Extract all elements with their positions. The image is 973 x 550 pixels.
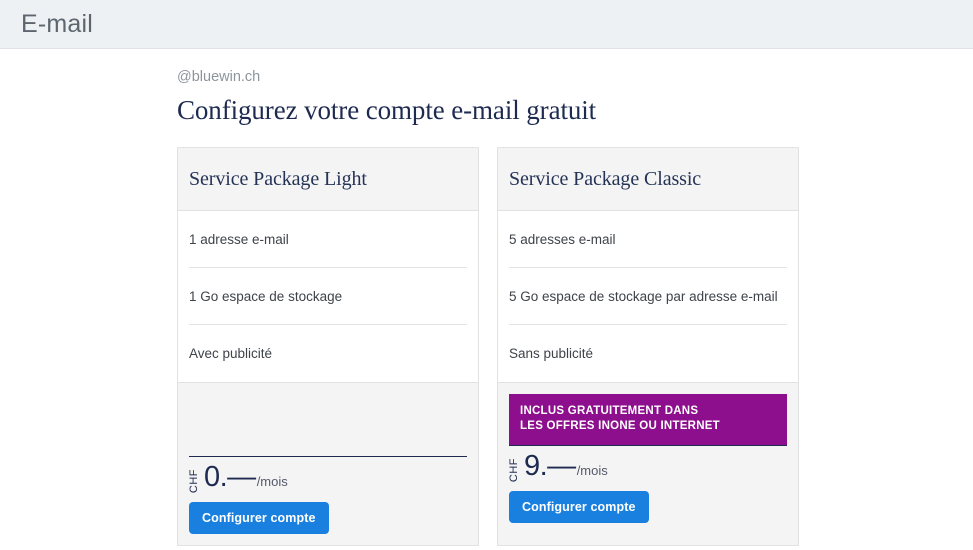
feature-item: 1 adresse e-mail xyxy=(189,211,467,268)
email-domain-label: @bluewin.ch xyxy=(177,69,261,85)
price-currency: CHF xyxy=(508,457,520,482)
configure-account-button[interactable]: Configurer compte xyxy=(189,502,329,534)
feature-item: Sans publicité xyxy=(509,346,594,361)
price-currency: CHF xyxy=(188,468,200,493)
feature-list: 5 adresses e-mail 5 Go espace de stockag… xyxy=(498,211,798,382)
feature-item: 5 adresses e-mail xyxy=(509,211,787,268)
promo-badge-line-2: LES OFFRES INONE OU INTERNET xyxy=(520,420,720,432)
page-content: @bluewin.ch Configurez votre compte e-ma… xyxy=(0,49,973,546)
promo-placeholder xyxy=(189,394,467,445)
price-divider xyxy=(509,445,787,446)
feature-list: 1 adresse e-mail 1 Go espace de stockage… xyxy=(178,211,478,382)
price-row: CHF 0.— /mois xyxy=(188,461,467,495)
package-cards-container: Service Package Light 1 adresse e-mail 1… xyxy=(177,147,973,546)
promo-badge-line-1: INCLUS GRATUITEMENT DANS xyxy=(520,405,699,417)
promo-badge: INCLUS GRATUITEMENT DANS LES OFFRES INON… xyxy=(509,394,787,445)
feature-item: 5 Go espace de stockage par adresse e-ma… xyxy=(509,268,787,325)
price-amount: 0.— xyxy=(204,461,256,493)
package-card-light: Service Package Light 1 adresse e-mail 1… xyxy=(177,147,479,546)
card-header: Service Package Classic xyxy=(498,148,798,211)
price-divider xyxy=(189,456,467,457)
card-footer: INCLUS GRATUITEMENT DANS LES OFFRES INON… xyxy=(498,382,798,545)
card-title: Service Package Classic xyxy=(509,167,702,190)
feature-item: 1 Go espace de stockage xyxy=(189,268,467,325)
configure-account-button[interactable]: Configurer compte xyxy=(509,491,649,523)
card-title: Service Package Light xyxy=(189,167,367,190)
card-header: Service Package Light xyxy=(178,148,478,211)
price-period: /mois xyxy=(256,474,288,489)
price-amount: 9.— xyxy=(524,450,576,482)
app-header-bar: E-mail xyxy=(0,0,973,49)
package-card-classic: Service Package Classic 5 adresses e-mai… xyxy=(497,147,799,546)
page-title: Configurez votre compte e-mail gratuit xyxy=(177,95,597,125)
app-title: E-mail xyxy=(21,9,94,38)
feature-item: Avec publicité xyxy=(189,346,273,361)
card-footer: CHF 0.— /mois Configurer compte xyxy=(178,382,478,545)
price-period: /mois xyxy=(576,463,608,478)
price-row: CHF 9.— /mois xyxy=(508,450,787,484)
